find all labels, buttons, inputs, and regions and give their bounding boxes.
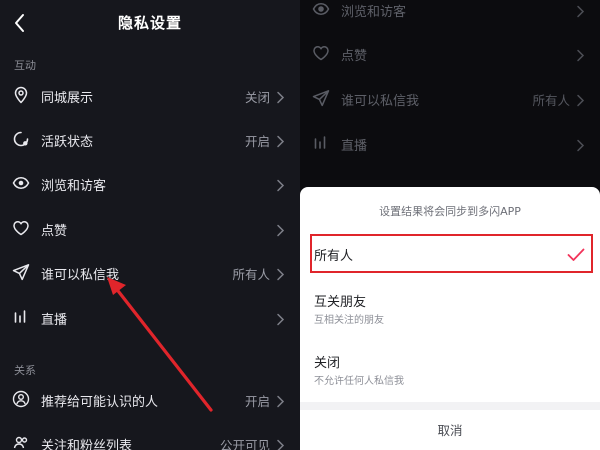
highlight-box — [310, 234, 593, 273]
chevron-right-icon — [276, 222, 285, 237]
option-title: 关闭 — [314, 356, 341, 371]
paper-plane-icon — [312, 89, 330, 107]
chevron-right-icon — [276, 311, 285, 326]
heart-icon — [12, 219, 30, 237]
option-subtitle: 不允许任何人私信我 — [314, 376, 404, 387]
setting-label: 谁可以私信我 — [341, 94, 420, 109]
option-subtitle: 互相关注的朋友 — [314, 315, 384, 326]
setting-label: 点赞 — [41, 224, 68, 239]
setting-label: 直播 — [41, 313, 68, 328]
cancel-button[interactable]: 取消 — [300, 420, 600, 439]
page-title: 隐私设置 — [117, 14, 182, 32]
live-bars-icon — [12, 308, 30, 326]
setting-label: 推荐给可能认识的人 — [41, 395, 159, 410]
location-pin-icon — [12, 86, 30, 104]
setting-row-who-can-message[interactable]: 谁可以私信我 所有人 — [0, 251, 300, 295]
option-bottom-sheet: 设置结果将会同步到多闪APP 所有人 互关朋友 互相关注的朋友 关闭 不允许任何… — [300, 187, 600, 450]
setting-label: 浏览和访客 — [341, 5, 407, 20]
chevron-right-icon — [576, 137, 585, 152]
chevron-right-icon — [276, 177, 285, 192]
setting-value: 所有人 — [532, 93, 570, 108]
option-mutual-friends[interactable]: 互关朋友 互相关注的朋友 — [300, 279, 600, 335]
setting-row-active-status[interactable]: 活跃状态 开启 — [0, 118, 300, 162]
setting-row-likes[interactable]: 点赞 — [0, 207, 300, 251]
setting-value: 所有人 — [232, 267, 270, 282]
message-permission-panel: 浏览和访客 点赞 谁可以私信我 所有人 直播 设置结果将会同步到多闪APP 所有… — [300, 0, 600, 450]
option-off[interactable]: 关闭 不允许任何人私信我 — [300, 339, 600, 395]
setting-row-live[interactable]: 直播 — [0, 296, 300, 340]
section-label-relations: 关系 — [14, 364, 36, 377]
chevron-right-icon — [576, 47, 585, 62]
sheet-header: 设置结果将会同步到多闪APP — [379, 205, 521, 218]
heart-icon — [312, 44, 330, 62]
chevron-right-icon — [276, 437, 285, 450]
live-bars-icon — [312, 134, 330, 152]
chevron-right-icon — [576, 3, 585, 18]
eye-icon — [12, 174, 30, 192]
setting-row-views-visitors[interactable]: 浏览和访客 — [0, 162, 300, 206]
setting-value: 开启 — [244, 134, 270, 149]
setting-label: 同城展示 — [41, 91, 94, 106]
chevron-right-icon — [276, 266, 285, 281]
setting-label: 直播 — [341, 139, 368, 154]
setting-value: 公开可见 — [219, 438, 270, 450]
bg-row-live: 直播 — [300, 122, 600, 166]
bg-row-who-can-message: 谁可以私信我 所有人 — [300, 77, 600, 121]
setting-label: 活跃状态 — [41, 135, 94, 150]
section-label-interaction: 互动 — [14, 59, 36, 72]
setting-row-follow-fan-list[interactable]: 关注和粉丝列表 公开可见 — [0, 422, 300, 450]
paper-plane-icon — [12, 263, 30, 281]
top-bar: 隐私设置 — [0, 0, 300, 45]
chevron-right-icon — [576, 92, 585, 107]
setting-value: 开启 — [244, 394, 270, 409]
sheet-divider — [300, 402, 600, 410]
setting-label: 点赞 — [341, 49, 368, 64]
setting-label: 浏览和访客 — [41, 179, 107, 194]
setting-row-nearby-display[interactable]: 同城展示 关闭 — [0, 74, 300, 118]
bg-row-likes: 点赞 — [300, 32, 600, 76]
chevron-right-icon — [276, 89, 285, 104]
eye-icon — [312, 0, 330, 18]
setting-value: 关闭 — [244, 90, 270, 105]
setting-row-recommend-to-known[interactable]: 推荐给可能认识的人 开启 — [0, 378, 300, 422]
bg-row-views-visitors: 浏览和访客 — [300, 0, 600, 32]
activity-status-icon — [12, 130, 30, 148]
people-icon — [12, 434, 30, 450]
option-title: 互关朋友 — [314, 295, 367, 310]
setting-label: 关注和粉丝列表 — [41, 439, 133, 450]
privacy-settings-panel: 隐私设置 互动 同城展示 关闭 活跃状态 开启 浏览和访客 点赞 谁可以私信我 … — [0, 0, 300, 450]
setting-label: 谁可以私信我 — [41, 268, 120, 283]
chevron-right-icon — [276, 393, 285, 408]
chevron-right-icon — [276, 133, 285, 148]
person-icon — [12, 390, 30, 408]
